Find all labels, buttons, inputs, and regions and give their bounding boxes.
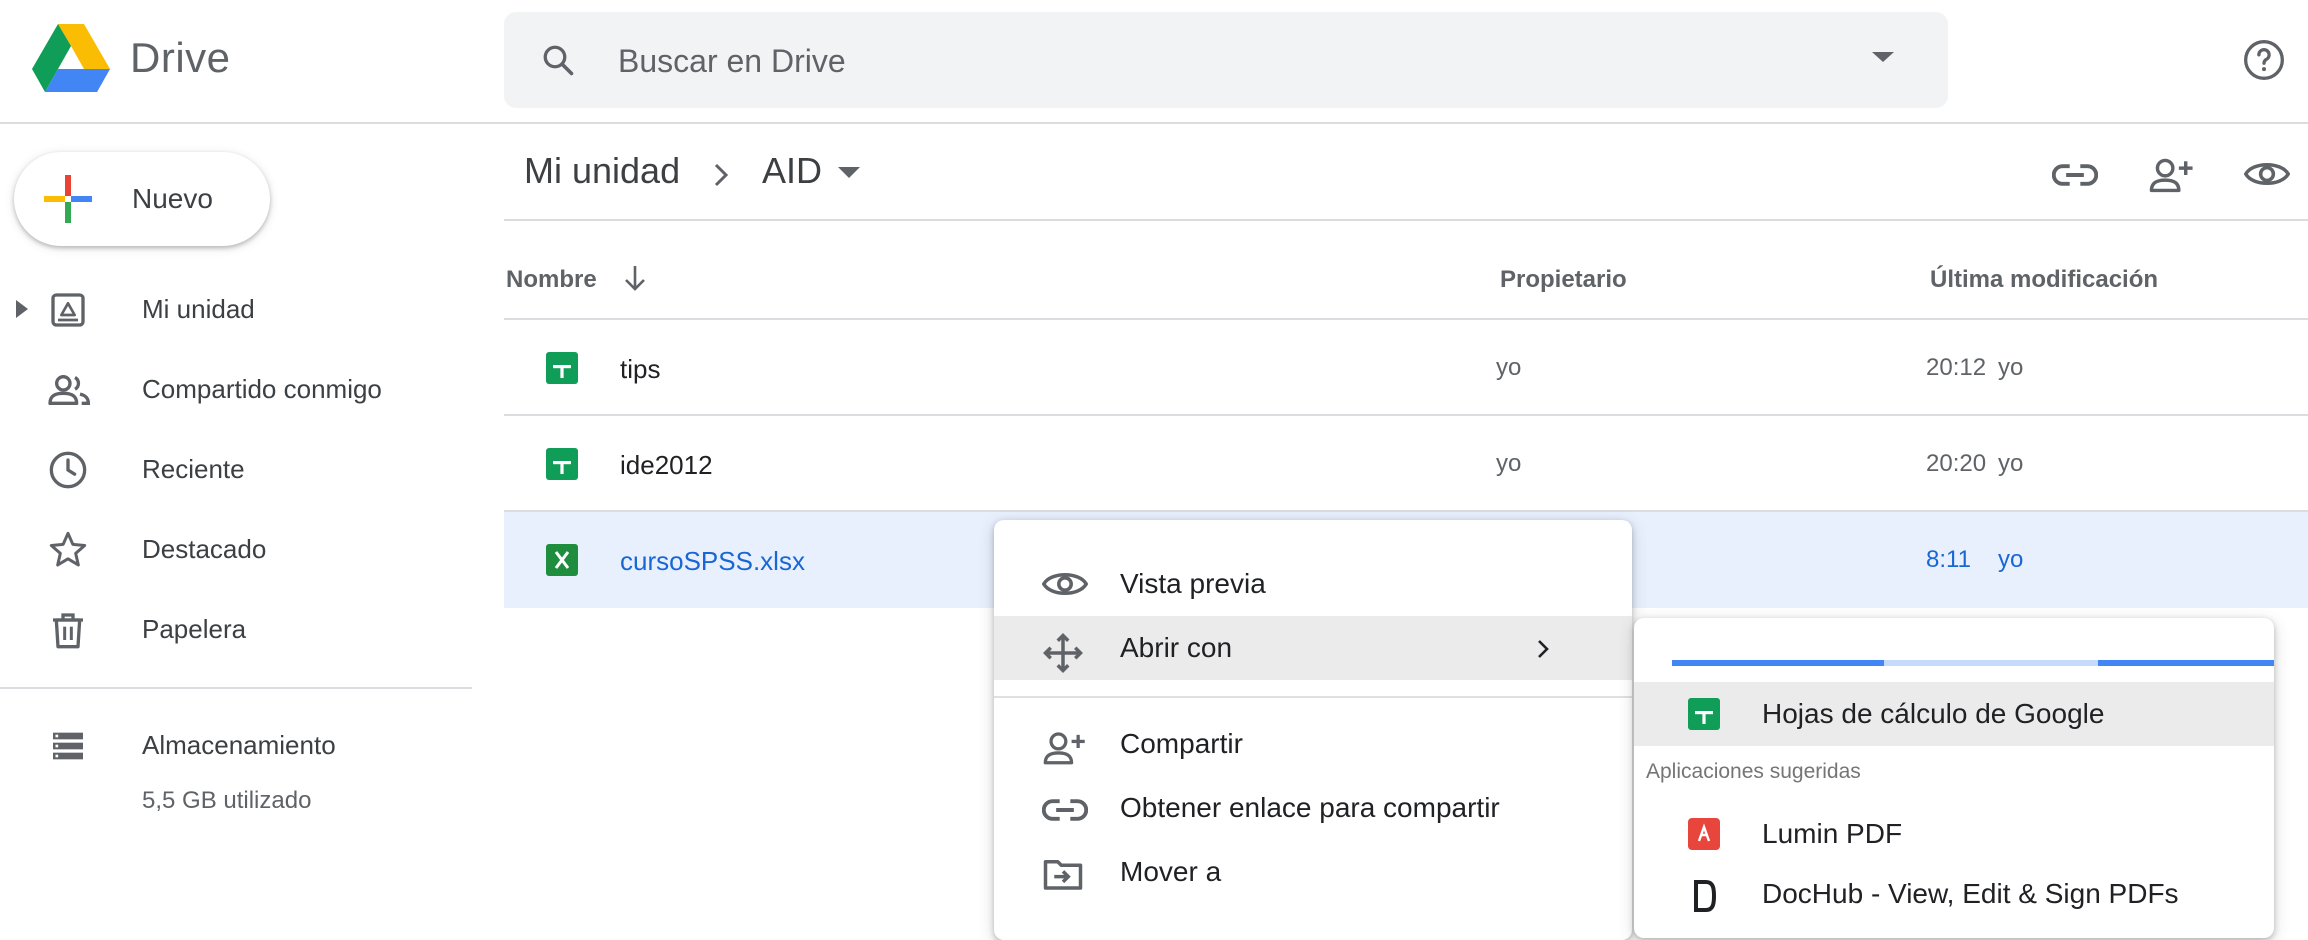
link-icon[interactable]	[2052, 156, 2098, 194]
app-name: Drive	[130, 34, 231, 81]
menu-item-move-to[interactable]: Mover a	[994, 840, 1632, 904]
sidebar-item-papelera[interactable]: Papelera	[0, 590, 470, 670]
sort-arrow-down-icon[interactable]	[620, 262, 650, 294]
column-header-modified[interactable]: Última modificación	[1930, 266, 2158, 294]
plus-icon	[44, 175, 92, 223]
clock-icon	[48, 450, 88, 490]
help-circle-icon[interactable]	[2242, 38, 2286, 82]
search-icon[interactable]	[540, 42, 576, 78]
add-person-icon	[1042, 728, 1088, 768]
people-icon	[48, 370, 92, 410]
breadcrumb-current-folder[interactable]: AID	[762, 150, 822, 192]
sidebar-item-label: Destacado	[142, 534, 267, 564]
sidebar-item-mi-unidad[interactable]: Mi unidad	[0, 270, 470, 350]
sidebar-item-label: Compartido conmigo	[142, 374, 382, 404]
breadcrumb-root[interactable]: Mi unidad	[524, 150, 680, 192]
sidebar-divider	[0, 687, 472, 689]
sidebar-item-destacado[interactable]: Destacado	[0, 510, 470, 590]
storage-used-text: 5,5 GB utilizado	[142, 787, 312, 814]
file-modified-time: 20:12	[1926, 354, 1987, 381]
toolbar-divider	[504, 219, 2308, 221]
context-menu: Vista previa Abrir con Compartir Obtener…	[994, 520, 1632, 940]
add-person-icon[interactable]	[2148, 154, 2196, 196]
new-button-label: Nuevo	[132, 183, 213, 214]
app-label: Hojas de cálculo de Google	[1762, 698, 2105, 729]
menu-item-label: Vista previa	[1120, 568, 1266, 599]
move-to-folder-icon	[1042, 856, 1084, 892]
search-input[interactable]	[616, 30, 1820, 92]
sidebar-item-reciente[interactable]: Reciente	[0, 430, 470, 510]
file-modified-by: yo	[1998, 450, 2024, 477]
file-modified-time: 8:11	[1926, 546, 1971, 573]
open-with-lumin-pdf[interactable]: Lumin PDF	[1634, 802, 2274, 866]
menu-item-label: Abrir con	[1120, 632, 1233, 663]
open-with-dochub[interactable]: DocHub - View, Edit & Sign PDFs	[1634, 862, 2274, 926]
loading-progress-bar	[1672, 660, 2274, 666]
search-bar[interactable]	[504, 12, 1948, 108]
file-modified-time: 20:20	[1926, 450, 1987, 477]
menu-item-get-link[interactable]: Obtener enlace para compartir	[994, 776, 1632, 840]
file-name: ide2012	[620, 450, 713, 480]
move-arrows-icon	[1042, 632, 1084, 674]
app-label: Lumin PDF	[1762, 818, 1903, 849]
file-modified-by: yo	[1998, 354, 2024, 381]
excel-icon	[546, 544, 578, 576]
expand-arrow-icon[interactable]	[16, 300, 28, 318]
lumin-pdf-icon	[1688, 818, 1720, 850]
file-owner: yo	[1496, 354, 1522, 381]
menu-item-preview[interactable]: Vista previa	[994, 552, 1632, 616]
column-header-owner[interactable]: Propietario	[1500, 266, 1627, 294]
trash-icon	[48, 610, 88, 650]
menu-item-label: Mover a	[1120, 856, 1222, 887]
sidebar-item-compartido[interactable]: Compartido conmigo	[0, 350, 470, 430]
open-with-google-sheets[interactable]: Hojas de cálculo de Google	[1634, 682, 2274, 746]
sidebar-item-label: Reciente	[142, 454, 245, 484]
file-name: cursoSPSS.xlsx	[620, 546, 805, 576]
google-sheets-icon	[1688, 698, 1720, 730]
dochub-icon	[1688, 878, 1720, 914]
open-with-submenu: Hojas de cálculo de Google Aplicaciones …	[1634, 618, 2274, 938]
menu-item-label: Compartir	[1120, 728, 1243, 759]
eye-icon[interactable]	[2244, 156, 2290, 192]
menu-item-label: Obtener enlace para compartir	[1120, 792, 1500, 823]
storage-icon	[48, 726, 88, 766]
column-header-name[interactable]: Nombre	[506, 266, 597, 294]
storage-label: Almacenamiento	[142, 730, 336, 760]
star-icon	[48, 530, 88, 570]
eye-icon	[1042, 568, 1088, 600]
google-sheets-icon	[546, 448, 578, 480]
menu-item-open-with[interactable]: Abrir con	[994, 616, 1632, 680]
new-button[interactable]: Nuevo	[14, 152, 270, 246]
chevron-right-icon	[1534, 638, 1552, 660]
table-row[interactable]: tips yo 20:12 yo	[504, 320, 2308, 416]
drive-icon	[48, 290, 88, 330]
drive-logo[interactable]: Drive	[32, 24, 231, 92]
file-name: tips	[620, 354, 661, 384]
chevron-right-icon	[708, 160, 734, 190]
link-icon	[1042, 792, 1088, 828]
folder-dropdown-icon[interactable]	[838, 166, 860, 180]
menu-item-share[interactable]: Compartir	[994, 712, 1632, 776]
file-modified-by: yo	[1998, 546, 2024, 573]
suggested-apps-caption: Aplicaciones sugeridas	[1646, 760, 1861, 783]
app-label: DocHub - View, Edit & Sign PDFs	[1762, 878, 2179, 909]
menu-divider	[994, 696, 1632, 698]
drive-logo-icon	[32, 24, 110, 92]
search-options-dropdown-icon[interactable]	[1872, 50, 1894, 64]
google-sheets-icon	[546, 352, 578, 384]
file-owner: yo	[1496, 450, 1522, 477]
table-row[interactable]: ide2012 yo 20:20 yo	[504, 416, 2308, 512]
sidebar-item-almacenamiento[interactable]: Almacenamiento	[0, 706, 470, 786]
sidebar-item-label: Mi unidad	[142, 294, 255, 324]
sidebar-item-label: Papelera	[142, 614, 247, 644]
